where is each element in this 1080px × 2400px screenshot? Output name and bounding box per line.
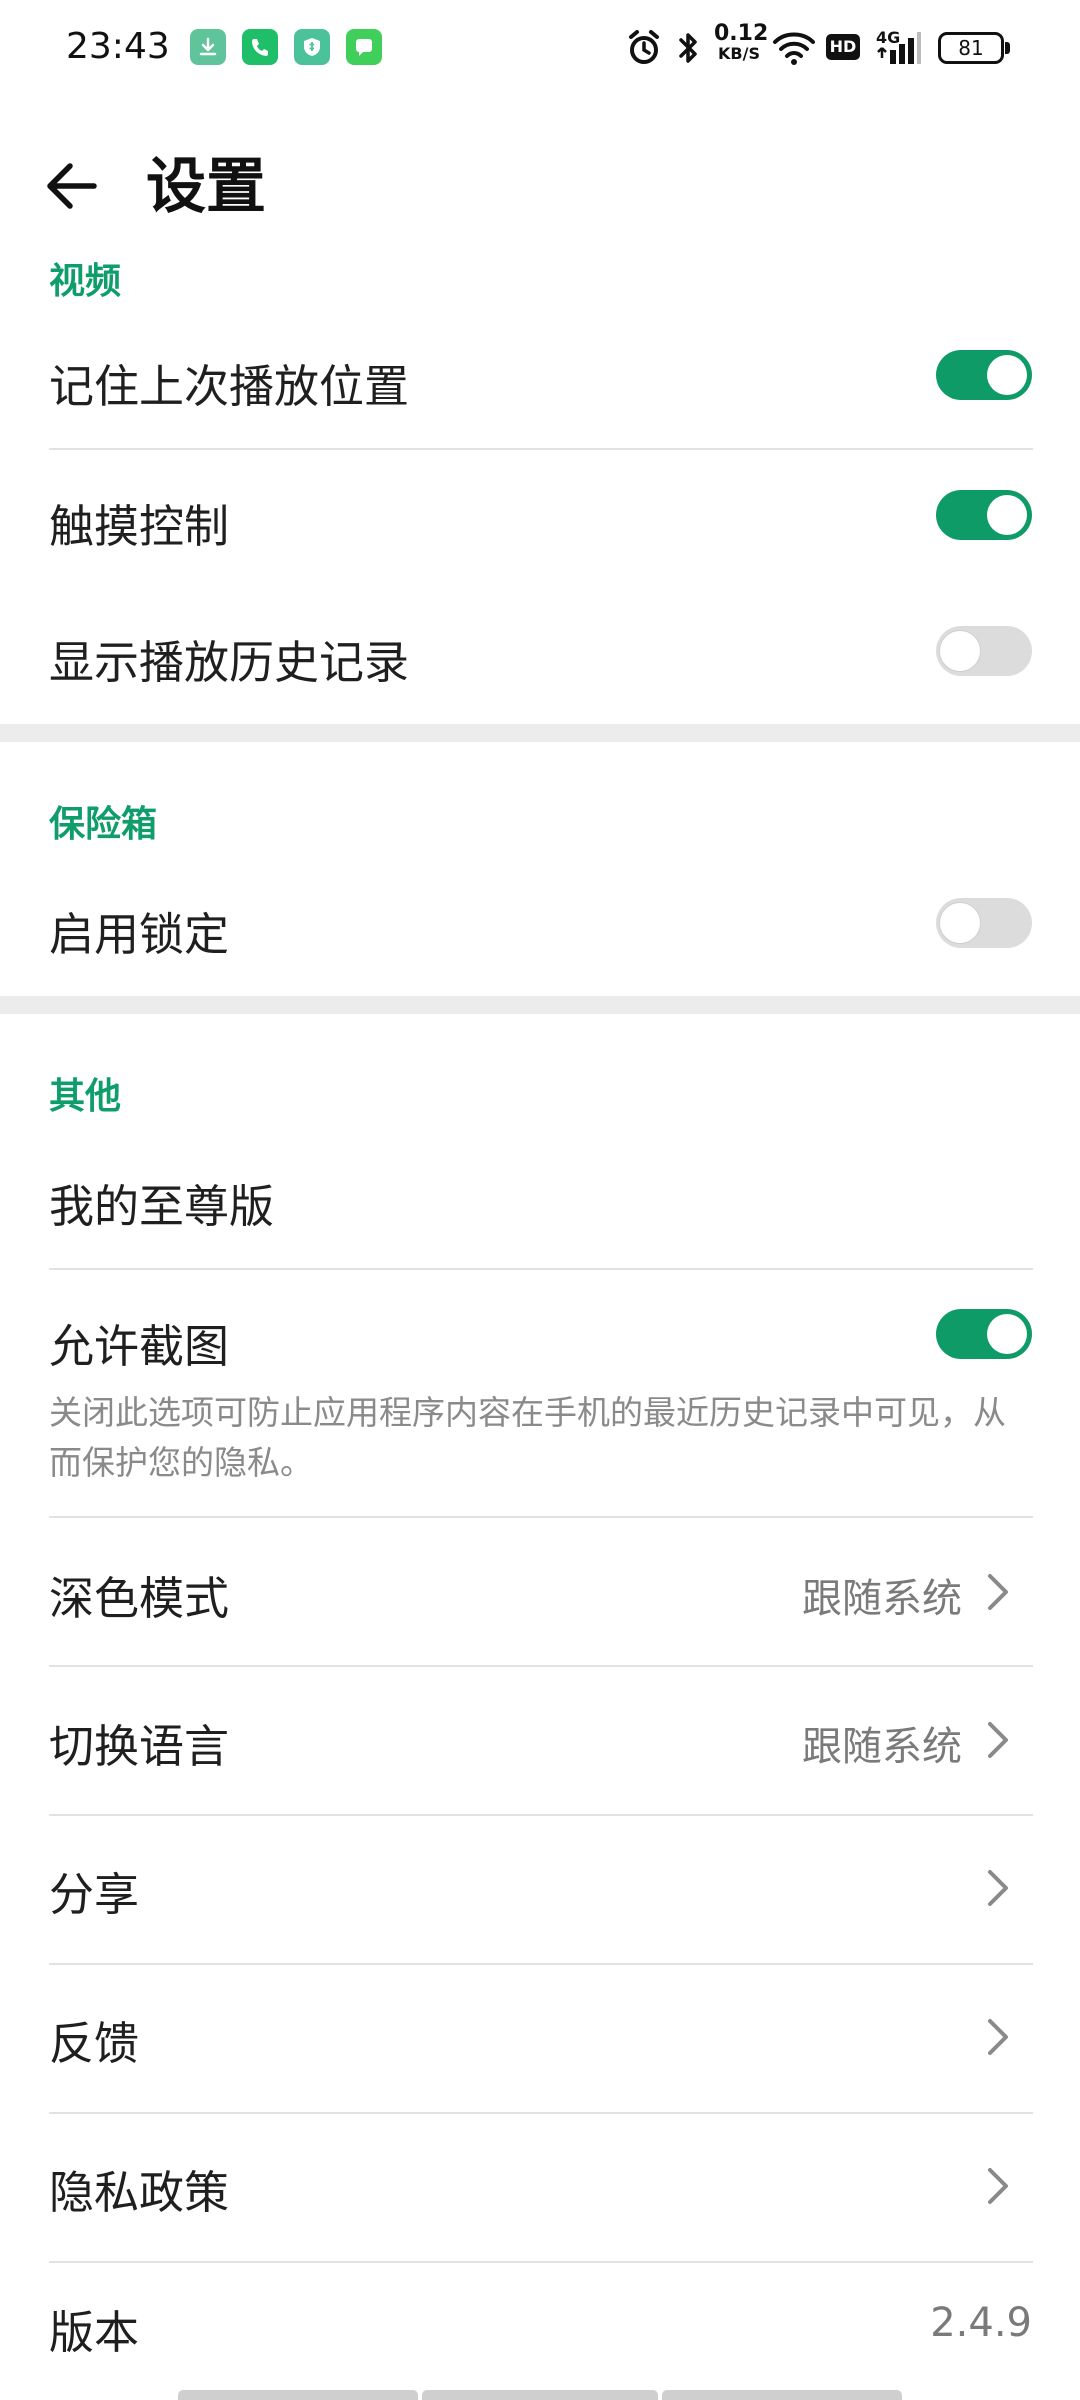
divider xyxy=(49,1963,1033,1965)
gesture-bar xyxy=(178,2390,418,2400)
divider xyxy=(49,1268,1033,1270)
setting-language[interactable]: 切换语言 跟随系统 xyxy=(0,1680,1080,1820)
gesture-bar xyxy=(662,2390,902,2400)
alarm-icon xyxy=(629,30,659,64)
settings-screen: 23:43 0.12 KB/S HD 4G 81 设置 视频 记住上次播放位置 … xyxy=(0,0,1080,2400)
setting-value: 跟随系统 xyxy=(802,1576,962,1622)
setting-enable-lock[interactable]: 启用锁定 xyxy=(0,878,1080,998)
app-bar: 设置 xyxy=(0,96,1080,266)
setting-label: 分享 xyxy=(49,1868,140,1921)
setting-description: 关闭此选项可防止应用程序内容在手机的最近历史记录中可见，从而保护您的隐私。 xyxy=(49,1393,1006,1482)
gesture-bar xyxy=(422,2390,658,2400)
battery-indicator: 81 xyxy=(938,32,1004,64)
setting-label: 我的至尊版 xyxy=(49,1180,275,1233)
message-icon xyxy=(346,29,382,65)
setting-label: 允许截图 xyxy=(49,1320,230,1373)
enable-lock-toggle[interactable] xyxy=(936,898,1032,948)
touch-control-toggle[interactable] xyxy=(936,490,1032,540)
show-history-toggle[interactable] xyxy=(936,626,1032,676)
remember-position-toggle[interactable] xyxy=(936,350,1032,400)
section-separator xyxy=(0,724,1080,742)
phone-icon xyxy=(242,29,278,65)
chevron-right-icon xyxy=(988,2168,1008,2204)
arrow-left-icon xyxy=(47,163,97,209)
divider xyxy=(49,1814,1033,1816)
setting-label: 显示播放历史记录 xyxy=(49,636,410,689)
setting-privacy-policy[interactable]: 隐私政策 xyxy=(0,2126,1080,2266)
chevron-right-icon xyxy=(988,1870,1008,1906)
toggle-knob xyxy=(987,355,1027,395)
setting-show-history[interactable]: 显示播放历史记录 xyxy=(0,606,1080,726)
divider xyxy=(49,1665,1033,1667)
setting-label: 触摸控制 xyxy=(49,500,230,553)
setting-allow-screenshot[interactable]: 允许截图 关闭此选项可防止应用程序内容在手机的最近历史记录中可见，从而保护您的隐… xyxy=(0,1290,1080,1510)
setting-touch-control[interactable]: 触摸控制 xyxy=(0,470,1080,590)
setting-version: 版本 2.4.9 xyxy=(0,2270,1080,2390)
status-time: 23:43 xyxy=(66,26,170,67)
toggle-knob xyxy=(987,1314,1027,1354)
setting-share[interactable]: 分享 xyxy=(0,1828,1080,1968)
divider xyxy=(49,2261,1033,2263)
download-icon xyxy=(190,29,226,65)
setting-label: 反馈 xyxy=(49,2017,140,2070)
setting-label: 启用锁定 xyxy=(49,908,230,961)
setting-feedback[interactable]: 反馈 xyxy=(0,1977,1080,2117)
setting-remember-position[interactable]: 记住上次播放位置 xyxy=(0,330,1080,450)
bluetooth-icon xyxy=(679,33,697,63)
section-separator xyxy=(0,996,1080,1014)
back-button[interactable] xyxy=(30,144,114,228)
toggle-knob xyxy=(987,495,1027,535)
battery-cap xyxy=(1005,42,1010,54)
cellular-signal-icon xyxy=(877,32,921,64)
setting-label: 隐私政策 xyxy=(49,2166,230,2219)
divider xyxy=(49,448,1033,450)
divider xyxy=(49,1516,1033,1518)
section-header-video: 视频 xyxy=(49,261,122,302)
setting-dark-mode[interactable]: 深色模式 跟随系统 xyxy=(0,1530,1080,1670)
toggle-knob xyxy=(939,902,981,944)
setting-label: 记住上次播放位置 xyxy=(49,360,410,413)
page-title: 设置 xyxy=(146,152,266,222)
divider xyxy=(49,2112,1033,2114)
setting-label: 切换语言 xyxy=(49,1720,230,1773)
setting-premium[interactable]: 我的至尊版 xyxy=(0,1150,1080,1268)
wifi-icon xyxy=(773,32,815,65)
version-value: 2.4.9 xyxy=(930,2300,1032,2346)
setting-label: 深色模式 xyxy=(49,1572,230,1625)
security-shield-icon xyxy=(294,29,330,65)
section-header-vault: 保险箱 xyxy=(49,804,158,845)
allow-screenshot-toggle[interactable] xyxy=(936,1309,1032,1359)
section-header-other: 其他 xyxy=(49,1076,122,1117)
status-bar: 23:43 0.12 KB/S HD 4G 81 xyxy=(0,0,1080,96)
setting-label: 版本 xyxy=(49,2306,140,2359)
hd-voice-badge: HD xyxy=(826,34,860,60)
setting-value: 跟随系统 xyxy=(802,1724,962,1770)
chevron-right-icon xyxy=(988,1722,1008,1758)
chevron-right-icon xyxy=(988,2019,1008,2055)
toggle-knob xyxy=(939,630,981,672)
chevron-right-icon xyxy=(988,1574,1008,1610)
network-speed: 0.12 KB/S xyxy=(714,21,769,64)
